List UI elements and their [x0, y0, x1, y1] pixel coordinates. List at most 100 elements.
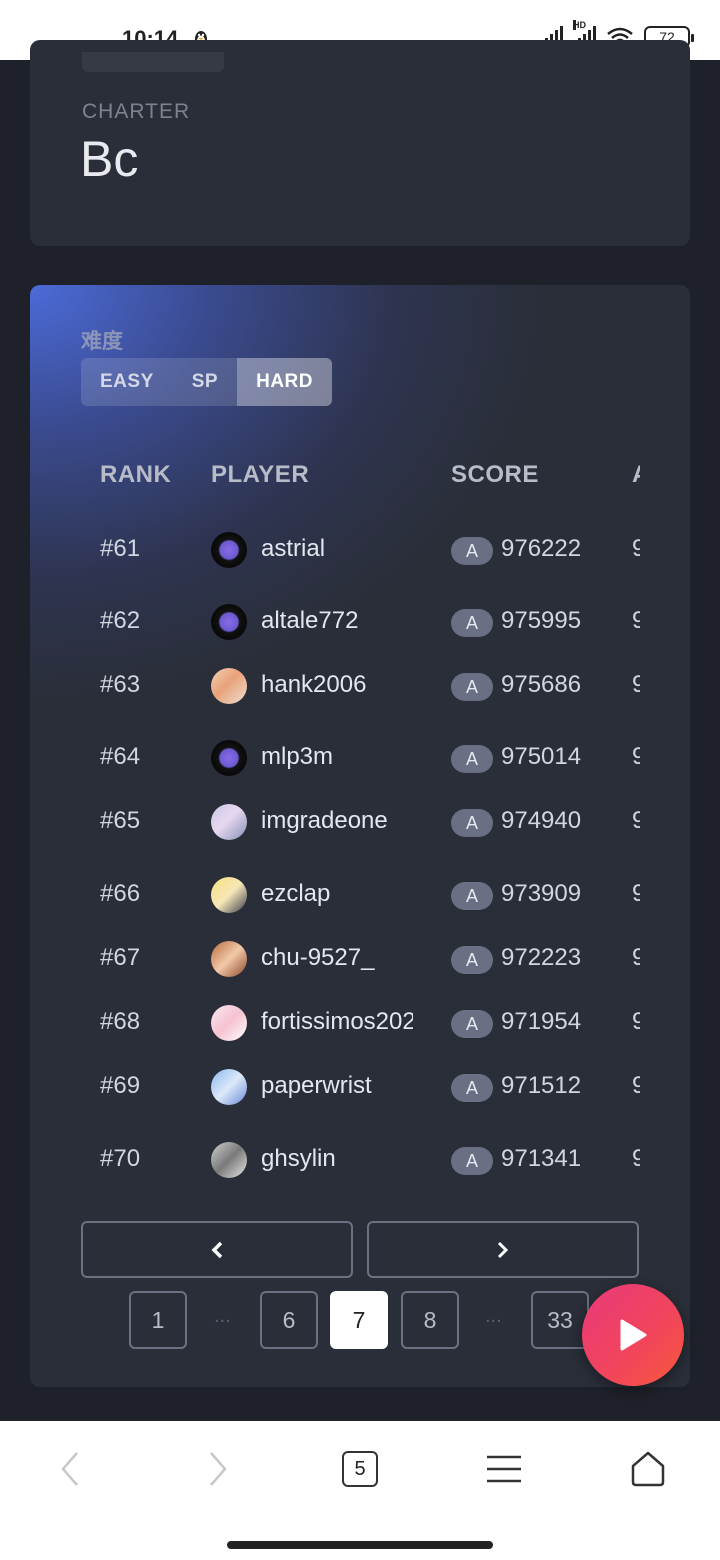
page-6-button[interactable]: 6: [260, 1291, 318, 1349]
accuracy-cell: 9: [632, 743, 640, 770]
grade-badge: A: [451, 745, 493, 773]
rank-header: RANK: [100, 461, 172, 488]
difficulty-sp-button[interactable]: SP: [173, 358, 237, 406]
player-name[interactable]: astrial: [261, 535, 413, 563]
forward-arrow-icon: [210, 1452, 227, 1486]
table-row[interactable]: #68 fortissimos2022 A 971954 9: [30, 998, 640, 1048]
chart-info-card: CHARTER Bc: [30, 40, 690, 246]
rank-cell: #68: [100, 1008, 141, 1035]
score-cell: 974940: [501, 807, 582, 834]
difficulty-label: 难度: [81, 330, 123, 353]
difficulty-selector: EASY SP HARD: [81, 358, 332, 406]
pagination-ellipsis: ...: [214, 1305, 231, 1327]
rank-cell: #62: [100, 607, 141, 634]
accuracy-header: A: [632, 461, 640, 489]
tabs-button[interactable]: 5: [340, 1443, 380, 1495]
accuracy-cell: 9: [632, 1008, 640, 1035]
home-icon: [631, 1451, 665, 1487]
back-button[interactable]: [50, 1443, 90, 1495]
rank-cell: #66: [100, 880, 141, 907]
player-header: PLAYER: [211, 461, 310, 488]
score-cell: 972223: [501, 944, 582, 971]
player-name[interactable]: imgradeone: [261, 807, 413, 835]
player-name[interactable]: hank2006: [261, 671, 413, 699]
player-avatar[interactable]: [211, 740, 247, 776]
grade-badge: A: [451, 1074, 493, 1102]
player-avatar[interactable]: [211, 877, 247, 913]
accuracy-cell: 9: [632, 671, 640, 698]
player-avatar[interactable]: [211, 1142, 247, 1178]
page-1-button[interactable]: 1: [129, 1291, 187, 1349]
rank-cell: #67: [100, 944, 141, 971]
info-chip: [82, 52, 224, 72]
player-avatar[interactable]: [211, 604, 247, 640]
player-name[interactable]: altale772: [261, 607, 413, 635]
table-row[interactable]: #70 ghsylin A 971341 9: [30, 1135, 640, 1185]
chevron-left-icon: [211, 1241, 223, 1258]
player-avatar[interactable]: [211, 941, 247, 977]
menu-button[interactable]: [484, 1443, 524, 1495]
table-row[interactable]: #62 altale772 A 975995 9: [30, 597, 640, 647]
table-row[interactable]: #67 chu-9527_ A 972223 9: [30, 934, 640, 984]
rank-cell: #61: [100, 535, 141, 562]
next-page-button[interactable]: [367, 1221, 639, 1278]
charter-label: CHARTER: [82, 100, 191, 123]
player-avatar[interactable]: [211, 668, 247, 704]
charter-value: Bc: [80, 131, 139, 187]
score-cell: 971512: [501, 1072, 582, 1099]
accuracy-cell: 9: [632, 535, 640, 562]
grade-badge: A: [451, 882, 493, 910]
player-avatar[interactable]: [211, 1005, 247, 1041]
player-name[interactable]: ezclap: [261, 880, 413, 908]
player-name[interactable]: fortissimos2022: [261, 1008, 413, 1036]
score-cell: 971341: [501, 1145, 582, 1172]
grade-badge: A: [451, 537, 493, 565]
player-avatar[interactable]: [211, 532, 247, 568]
page-33-button[interactable]: 33: [531, 1291, 589, 1349]
table-row[interactable]: #65 imgradeone A 974940 9: [30, 797, 640, 847]
leaderboard-card: 难度 EASY SP HARD RANK PLAYER SCORE A #61 a…: [30, 285, 690, 1387]
chevron-right-icon: [497, 1241, 509, 1258]
table-row[interactable]: #69 paperwrist A 971512 9: [30, 1062, 640, 1112]
rank-cell: #65: [100, 807, 141, 834]
rank-cell: #64: [100, 743, 141, 770]
home-indicator: [227, 1541, 493, 1549]
rank-cell: #70: [100, 1145, 141, 1172]
player-avatar[interactable]: [211, 804, 247, 840]
table-row[interactable]: #61 astrial A 976222 9: [30, 525, 640, 575]
accuracy-cell: 9: [632, 880, 640, 907]
prev-page-button[interactable]: [81, 1221, 353, 1278]
player-name[interactable]: chu-9527_: [261, 944, 413, 972]
score-cell: 975995: [501, 607, 582, 634]
score-header: SCORE: [451, 461, 539, 488]
score-cell: 975014: [501, 743, 582, 770]
grade-badge: A: [451, 673, 493, 701]
player-name[interactable]: mlp3m: [261, 743, 413, 771]
play-icon: [620, 1319, 647, 1351]
accuracy-cell: 9: [632, 944, 640, 971]
forward-button[interactable]: [198, 1443, 238, 1495]
difficulty-hard-button[interactable]: HARD: [237, 358, 332, 406]
grade-badge: A: [451, 946, 493, 974]
score-cell: 973909: [501, 880, 582, 907]
table-row[interactable]: #66 ezclap A 973909 9: [30, 870, 640, 920]
accuracy-cell: 9: [632, 1072, 640, 1099]
grade-badge: A: [451, 1147, 493, 1175]
difficulty-easy-button[interactable]: EASY: [81, 358, 173, 406]
home-button[interactable]: [628, 1443, 668, 1495]
player-name[interactable]: ghsylin: [261, 1145, 413, 1173]
grade-badge: A: [451, 609, 493, 637]
score-cell: 971954: [501, 1008, 582, 1035]
player-avatar[interactable]: [211, 1069, 247, 1105]
table-row[interactable]: #63 hank2006 A 975686 9: [30, 661, 640, 711]
page-7-button[interactable]: 7: [330, 1291, 388, 1349]
table-row[interactable]: #64 mlp3m A 975014 9: [30, 733, 640, 783]
back-arrow-icon: [61, 1452, 78, 1486]
accuracy-cell: 9: [632, 807, 640, 834]
play-fab-button[interactable]: [582, 1284, 684, 1386]
player-name[interactable]: paperwrist: [261, 1072, 413, 1100]
page-8-button[interactable]: 8: [401, 1291, 459, 1349]
grade-badge: A: [451, 809, 493, 837]
accuracy-cell: 9: [632, 1145, 640, 1172]
tab-count: 5: [342, 1451, 378, 1487]
